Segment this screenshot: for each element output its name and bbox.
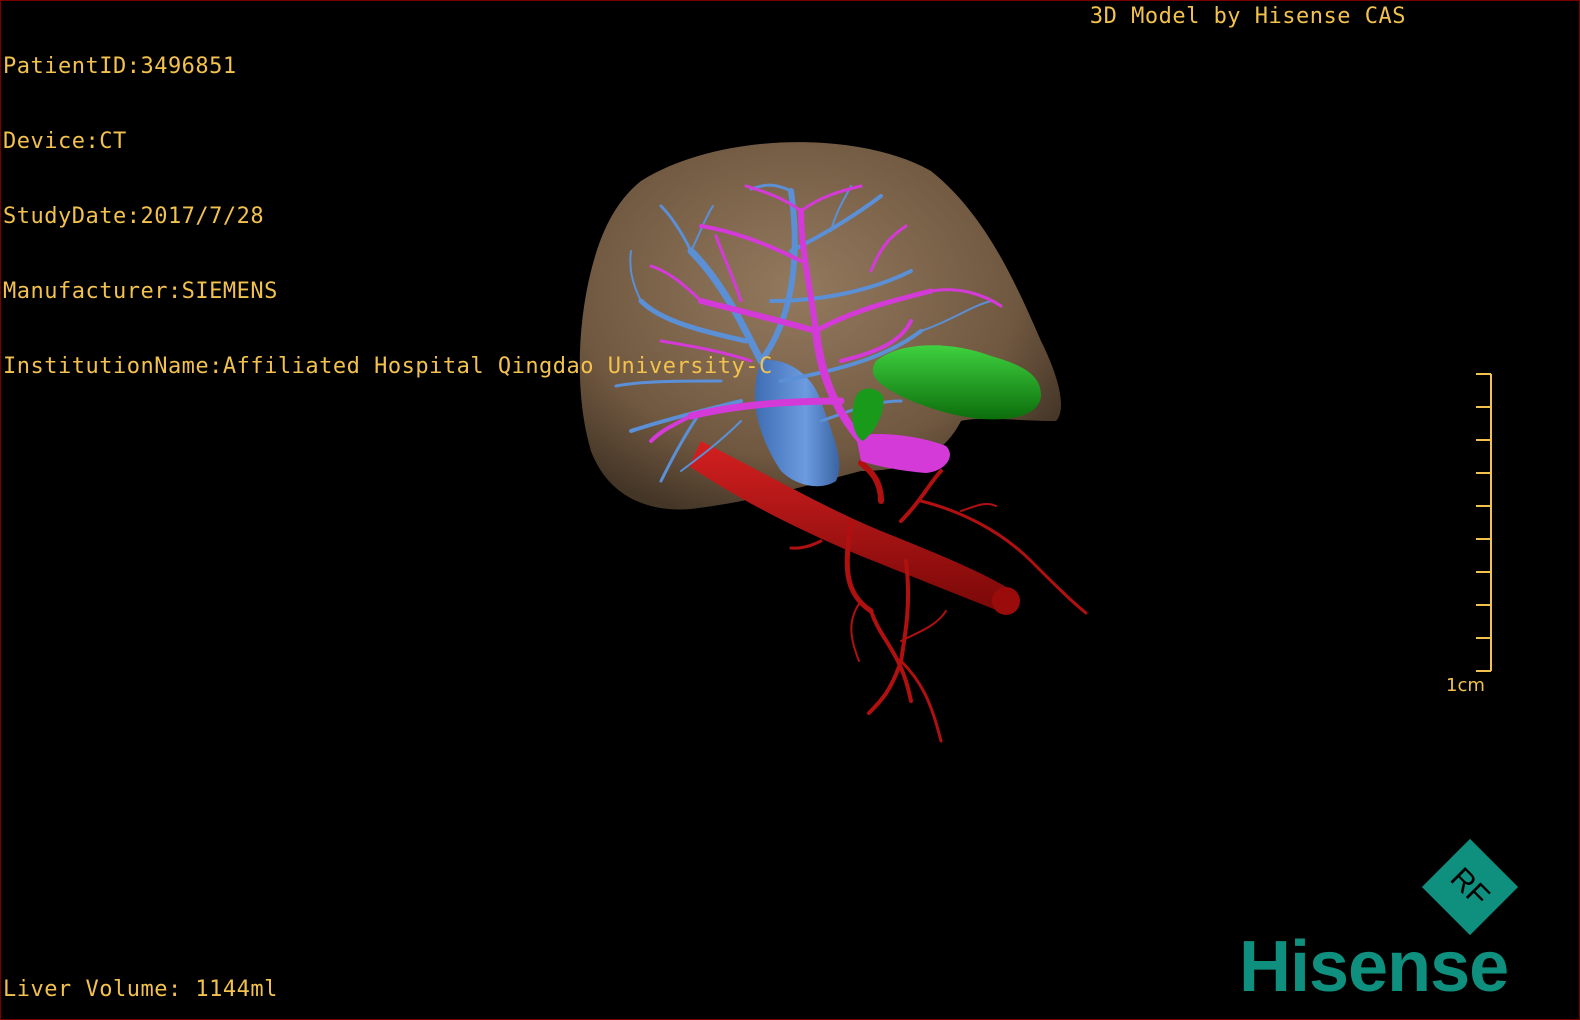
arterial-branches [789, 460, 1088, 743]
hisense-logo: Hisense [1239, 927, 1509, 1007]
study-date-label: StudyDate:2017/7/28 [3, 204, 265, 229]
patient-id-label: PatientID:3496851 [3, 54, 237, 79]
model-title: 3D Model by Hisense CAS [1089, 4, 1406, 29]
institution-label: InstitutionName:Affiliated Hospital Qing… [3, 354, 773, 379]
scale-bar-label: 1cm [1446, 675, 1485, 696]
aorta-end [992, 587, 1020, 615]
device-label: Device:CT [3, 129, 127, 154]
manufacturer-label: Manufacturer:SIEMENS [3, 279, 278, 304]
liver-volume-label: Liver Volume: 1144ml [3, 977, 278, 1002]
scale-bar [1476, 373, 1492, 672]
render-viewport[interactable]: PatientID:3496851 Device:CT StudyDate:20… [0, 0, 1580, 1020]
study-info-block: PatientID:3496851 Device:CT StudyDate:20… [3, 4, 773, 429]
